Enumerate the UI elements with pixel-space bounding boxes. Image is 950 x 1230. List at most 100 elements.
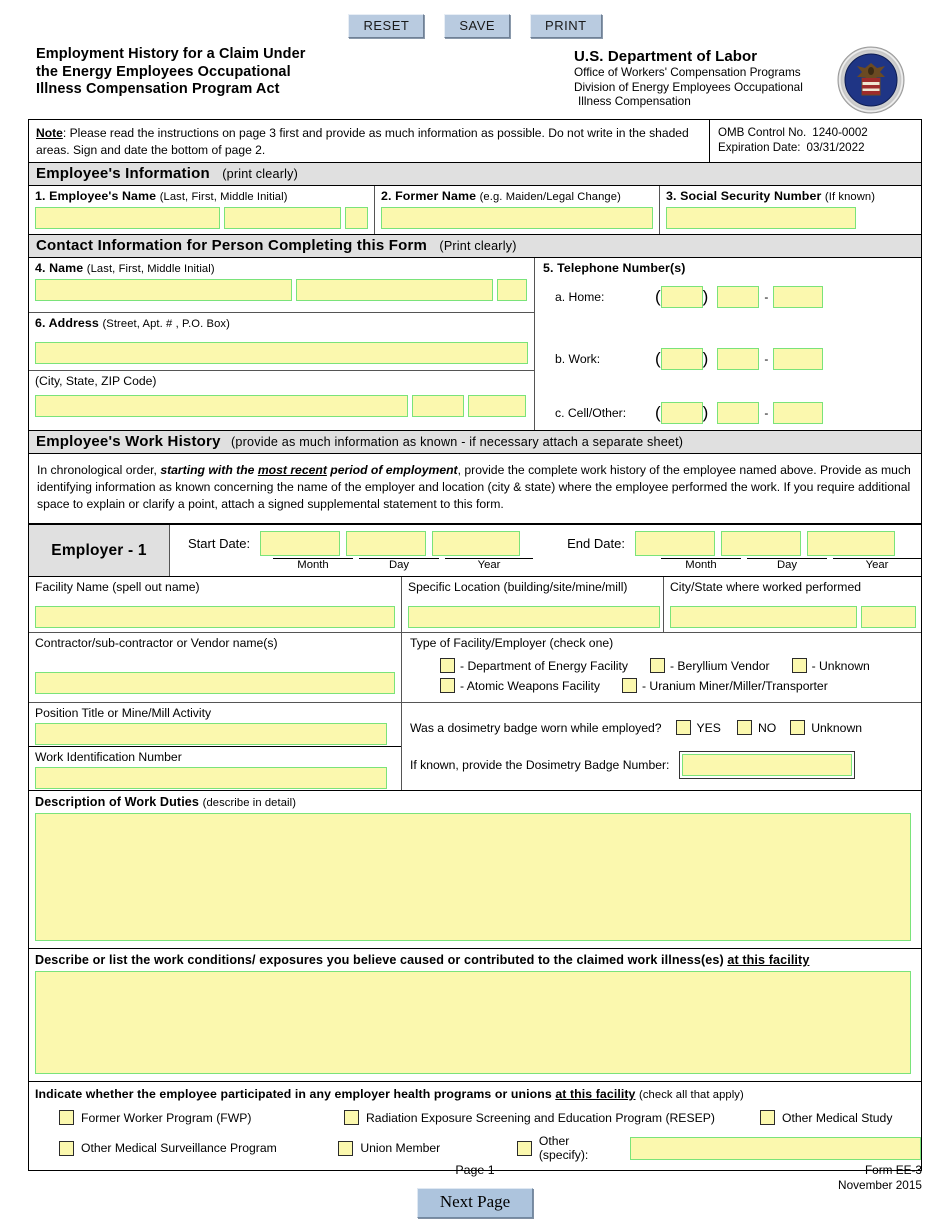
workid-input[interactable] xyxy=(35,767,387,789)
checkbox-resep[interactable] xyxy=(344,1110,359,1125)
exposures-textarea[interactable] xyxy=(35,971,911,1074)
phone-home-area-input[interactable] xyxy=(660,286,703,308)
checkbox-other-specify[interactable] xyxy=(516,1140,532,1156)
former-name-label: 2. Former Name xyxy=(381,189,477,203)
work-history-note: (provide as much information as known - … xyxy=(231,435,684,449)
next-page-button[interactable]: Next Page xyxy=(416,1188,534,1218)
contact-middle-initial-input[interactable] xyxy=(497,279,527,301)
work-duties-textarea[interactable] xyxy=(35,813,911,941)
checkbox-fwp[interactable] xyxy=(59,1110,74,1125)
employer-tag: Employer - 1 xyxy=(29,525,169,576)
contact-address-cell: 6. Address (Street, Apt. # , P.O. Box) xyxy=(29,313,534,371)
label-unknown-type: - Unknown xyxy=(811,658,870,673)
checkbox-medical-surveillance[interactable] xyxy=(59,1140,74,1156)
dosimetry-question-row: Was a dosimetry badge worn while employe… xyxy=(410,720,921,735)
checkbox-beryllium-vendor[interactable] xyxy=(649,658,665,673)
checkbox-dosimetry-no[interactable] xyxy=(736,720,752,735)
checkbox-union-member[interactable] xyxy=(338,1140,354,1156)
checkbox-dosimetry-yes[interactable] xyxy=(675,720,691,735)
contact-street-input[interactable] xyxy=(35,342,528,364)
contact-city-input[interactable] xyxy=(35,395,408,417)
employee-middle-initial-input[interactable] xyxy=(345,207,368,229)
phone-home-label: a. Home: xyxy=(555,290,605,304)
facility-type-row-2: - Atomic Weapons Facility - Uranium Mine… xyxy=(410,678,921,693)
omb-control-label: OMB Control No. xyxy=(718,126,807,139)
facility-name-label: Facility Name (spell out name) xyxy=(35,580,200,594)
form-header: Employment History for a Claim Under the… xyxy=(0,38,950,114)
save-button[interactable]: SAVE xyxy=(444,14,511,38)
phone-cell-area-input[interactable] xyxy=(660,402,703,424)
checkbox-other-medical-study[interactable] xyxy=(760,1110,775,1125)
employee-first-name-input[interactable] xyxy=(224,207,341,229)
end-day-caption: Day xyxy=(747,558,827,571)
reset-button[interactable]: RESET xyxy=(348,14,425,38)
checkbox-atomic-weapons[interactable] xyxy=(440,678,455,693)
contact-zip-input[interactable] xyxy=(468,395,526,417)
specific-location-input[interactable] xyxy=(408,606,660,628)
contact-city-cell: (City, State, ZIP Code) xyxy=(29,371,534,424)
contractor-type-row: Contractor/sub-contractor or Vendor name… xyxy=(29,633,921,703)
ssn-cell: 3. Social Security Number (If known) xyxy=(659,186,921,234)
print-button[interactable]: PRINT xyxy=(530,14,602,38)
start-year-input[interactable] xyxy=(432,531,521,556)
phone-cell-dash: - xyxy=(764,406,769,420)
label-uranium: - Uranium Miner/Miller/Transporter xyxy=(641,678,828,693)
note-text: Note: Please read the instructions on pa… xyxy=(29,120,709,162)
phone-work-area-input[interactable] xyxy=(660,348,703,370)
exposures-label-emphasis: at this facility xyxy=(727,953,810,967)
contractor-input[interactable] xyxy=(35,672,395,694)
phone-work-line-input[interactable] xyxy=(773,348,824,370)
contact-last-name-input[interactable] xyxy=(35,279,292,301)
phone-cell-paren-close: ) xyxy=(702,403,709,422)
form-title-line-3: Illness Compensation Program Act xyxy=(36,81,280,97)
programs-label: Indicate whether the employee participat… xyxy=(35,1087,556,1101)
other-specify-input[interactable] xyxy=(630,1136,921,1160)
end-month-input[interactable] xyxy=(634,531,715,556)
phone-cell-row: c. Cell/Other: ( ) - xyxy=(543,402,921,424)
exposures-section: Describe or list the work conditions/ ex… xyxy=(29,949,921,1082)
omb-control-value: 1240-0002 xyxy=(812,126,868,139)
ssn-input[interactable] xyxy=(666,207,856,229)
telephone-label: 5. Telephone Number(s) xyxy=(543,261,686,275)
label-medical-surveillance: Other Medical Surveillance Program xyxy=(81,1141,277,1155)
phone-cell-prefix-input[interactable] xyxy=(717,402,760,424)
start-month-input[interactable] xyxy=(260,531,341,556)
note-body: : Please read the instructions on page 3… xyxy=(36,126,689,157)
checkbox-dosimetry-unknown[interactable] xyxy=(790,720,806,735)
form-title-line-2: the Energy Employees Occupational xyxy=(36,63,291,80)
former-name-input[interactable] xyxy=(381,207,653,229)
position-cell: Position Title or Mine/Mill Activity xyxy=(29,703,401,747)
facility-row: Facility Name (spell out name) Specific … xyxy=(29,577,921,633)
checkbox-unknown-type[interactable] xyxy=(791,658,807,673)
employee-name-label: 1. Employee's Name (Last, First, Middle … xyxy=(35,189,374,203)
instr-part-a: In chronological order, xyxy=(37,463,161,477)
contact-state-input[interactable] xyxy=(412,395,464,417)
start-date-label: Start Date: xyxy=(188,536,251,551)
badge-number-input[interactable] xyxy=(682,754,853,776)
contact-first-name-input[interactable] xyxy=(296,279,493,301)
employee-name-cell: 1. Employee's Name (Last, First, Middle … xyxy=(29,186,374,234)
checkbox-uranium[interactable] xyxy=(621,678,637,693)
phone-home-prefix-input[interactable] xyxy=(717,286,760,308)
facility-name-input[interactable] xyxy=(35,606,395,628)
phone-home-dash: - xyxy=(764,290,769,304)
workid-label: Work Identification Number xyxy=(35,750,182,764)
end-day-input[interactable] xyxy=(720,531,801,556)
page-number: Page 1 xyxy=(455,1163,495,1177)
worked-state-input[interactable] xyxy=(861,606,916,628)
label-doe-facility: - Department of Energy Facility xyxy=(460,658,628,673)
worked-city-input[interactable] xyxy=(670,606,857,628)
start-day-input[interactable] xyxy=(346,531,427,556)
work-history-instructions: In chronological order, starting with th… xyxy=(29,454,921,525)
phone-home-paren-close: ) xyxy=(702,287,709,306)
phone-home-line-input[interactable] xyxy=(773,286,824,308)
employee-last-name-input[interactable] xyxy=(35,207,220,229)
facility-name-cell: Facility Name (spell out name) xyxy=(29,577,401,632)
end-year-input[interactable] xyxy=(806,531,895,556)
phone-cell-line-input[interactable] xyxy=(773,402,824,424)
contact-address-note: (Street, Apt. # , P.O. Box) xyxy=(102,318,230,330)
phone-work-prefix-input[interactable] xyxy=(717,348,760,370)
position-input[interactable] xyxy=(35,723,387,745)
checkbox-doe-facility[interactable] xyxy=(440,658,455,673)
programs-label-emphasis: at this facility xyxy=(555,1087,636,1101)
